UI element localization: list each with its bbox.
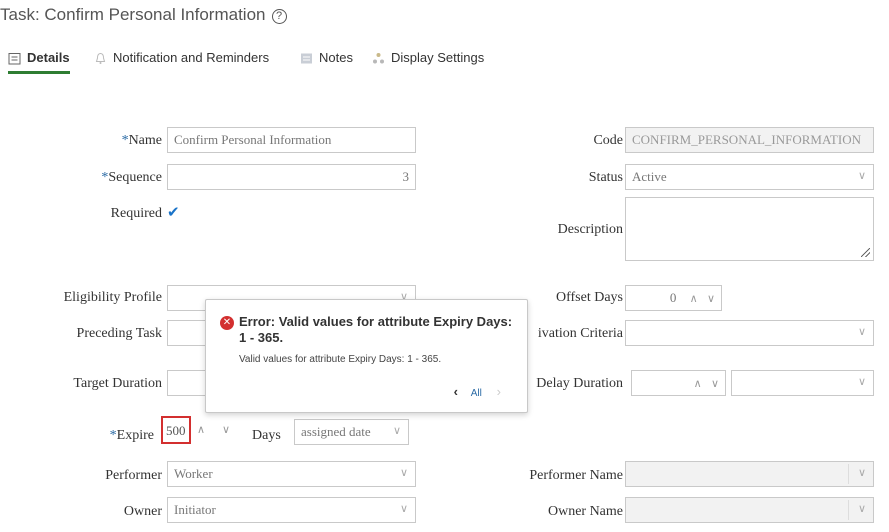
- expire-label: *Expire: [109, 428, 154, 443]
- chevron-down-icon: ∨: [857, 326, 866, 338]
- status-select[interactable]: Active ∨: [625, 164, 874, 190]
- offset-days-input[interactable]: 0 ∧ ∨: [625, 285, 722, 311]
- tab-notes-label: Notes: [319, 50, 353, 65]
- chevron-down-icon: ∨: [857, 503, 866, 515]
- required-label: Required: [110, 206, 162, 221]
- performer-select[interactable]: Worker ∨: [167, 461, 416, 487]
- tab-bar: Details Notification and Reminders Notes…: [0, 50, 889, 74]
- error-popup: ✕ Error: Valid values for attribute Expi…: [205, 299, 528, 413]
- resize-handle-icon[interactable]: [861, 248, 870, 257]
- page-title-text: Task: Confirm Personal Information: [0, 5, 266, 24]
- activation-criteria-select[interactable]: ∨: [625, 320, 874, 346]
- expire-spin-down-icon[interactable]: ∨: [222, 423, 230, 436]
- performer-name-label: Performer Name: [529, 468, 623, 483]
- expire-days-input[interactable]: 500: [161, 416, 191, 444]
- expire-unit-label: Days: [252, 428, 281, 443]
- tab-details[interactable]: Details: [8, 50, 70, 74]
- delay-duration-unit-select[interactable]: ∨: [731, 370, 874, 396]
- error-icon: ✕: [220, 316, 234, 330]
- error-nav: ‹ All ›: [454, 384, 501, 399]
- sequence-label: *Sequence: [101, 170, 162, 185]
- chevron-down-icon: ∨: [399, 467, 408, 479]
- details-icon: [8, 53, 21, 65]
- bell-icon: [95, 52, 106, 64]
- expire-spin-up-icon[interactable]: ∧: [197, 423, 205, 436]
- tab-notification-label: Notification and Reminders: [113, 50, 270, 65]
- display-settings-icon: [373, 53, 384, 64]
- chevron-down-icon: ∨: [857, 170, 866, 182]
- tab-display-settings-label: Display Settings: [391, 50, 485, 65]
- code-label: Code: [593, 133, 623, 148]
- help-icon[interactable]: ?: [271, 9, 287, 24]
- expire-basis-select[interactable]: assigned date ∨: [294, 419, 409, 445]
- offset-spin-up-icon[interactable]: ∧: [690, 293, 698, 305]
- owner-name-label: Owner Name: [547, 504, 623, 519]
- name-label: *Name: [121, 133, 162, 148]
- target-duration-label: Target Duration: [73, 376, 162, 391]
- eligibility-profile-label: Eligibility Profile: [63, 290, 162, 305]
- tab-notes[interactable]: Notes: [300, 50, 353, 74]
- tab-details-label: Details: [27, 50, 70, 65]
- notes-icon: [301, 53, 312, 64]
- tab-notification-and-reminders[interactable]: Notification and Reminders: [94, 50, 269, 74]
- chevron-left-icon[interactable]: ‹: [454, 384, 458, 399]
- delay-duration-label: Delay Duration: [536, 376, 623, 391]
- performer-label: Performer: [105, 468, 162, 483]
- chevron-right-icon[interactable]: ›: [497, 384, 501, 399]
- error-nav-all-link[interactable]: All: [471, 388, 482, 399]
- offset-spin-down-icon[interactable]: ∨: [707, 293, 715, 305]
- page-title: Task: Confirm Personal Information?: [0, 5, 287, 25]
- activation-criteria-label: ivation Criteria: [537, 326, 623, 341]
- offset-days-label: Offset Days: [555, 290, 623, 305]
- delay-spin-down-icon[interactable]: ∨: [711, 378, 719, 390]
- status-label: Status: [588, 170, 623, 185]
- chevron-down-icon: ∨: [857, 467, 866, 479]
- name-input[interactable]: Confirm Personal Information: [167, 127, 416, 153]
- required-checkbox[interactable]: ✔: [167, 203, 180, 221]
- delay-spin-up-icon[interactable]: ∧: [694, 378, 702, 390]
- sequence-input[interactable]: 3: [167, 164, 416, 190]
- chevron-down-icon: ∨: [857, 376, 866, 388]
- error-detail: Valid values for attribute Expiry Days: …: [239, 354, 442, 365]
- chevron-down-icon: ∨: [392, 425, 401, 437]
- code-input: CONFIRM_PERSONAL_INFORMATION: [625, 127, 874, 153]
- performer-name-select: ∨: [625, 461, 874, 487]
- description-label: Description: [557, 222, 623, 237]
- owner-name-select: ∨: [625, 497, 874, 523]
- delay-duration-input[interactable]: ∧ ∨: [631, 370, 726, 396]
- owner-label: Owner: [123, 504, 162, 519]
- tab-display-settings[interactable]: Display Settings: [372, 50, 484, 74]
- owner-select[interactable]: Initiator ∨: [167, 497, 416, 523]
- chevron-down-icon: ∨: [399, 503, 408, 515]
- error-title: Error: Valid values for attribute Expiry…: [239, 314, 513, 345]
- description-textarea[interactable]: [625, 197, 874, 261]
- preceding-task-label: Preceding Task: [76, 326, 162, 341]
